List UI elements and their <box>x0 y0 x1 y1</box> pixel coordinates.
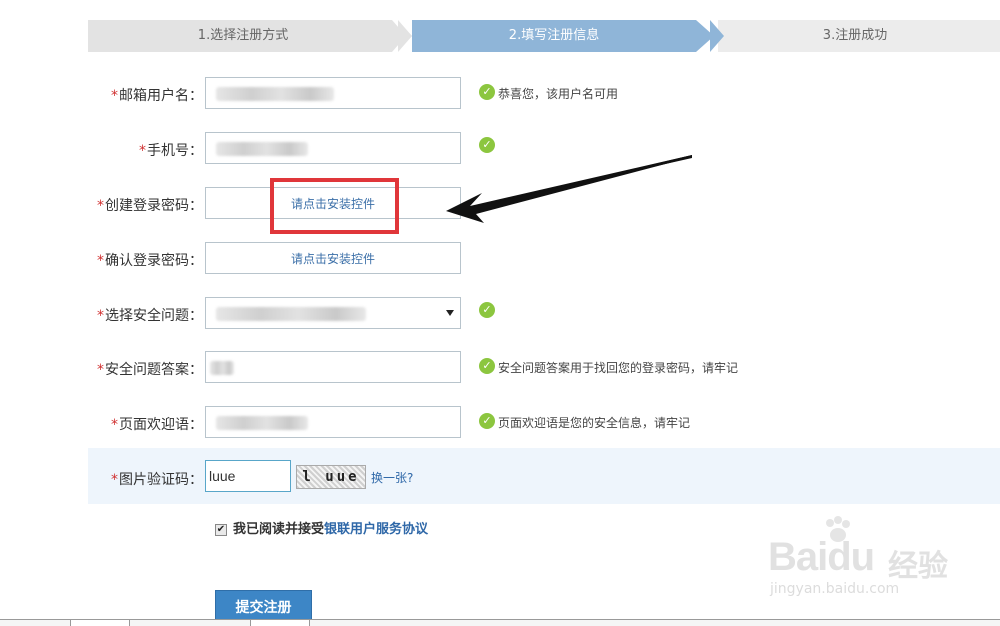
baidu-jingyan-watermark: Baidu 经验 jingyan.baidu.com <box>758 515 958 605</box>
watermark-logo: Baidu <box>768 535 875 579</box>
watermark-cn: 经验 <box>888 549 948 584</box>
watermark-url: jingyan.baidu.com <box>770 581 900 597</box>
bottom-tab <box>70 620 130 626</box>
bottom-tab <box>250 620 310 626</box>
